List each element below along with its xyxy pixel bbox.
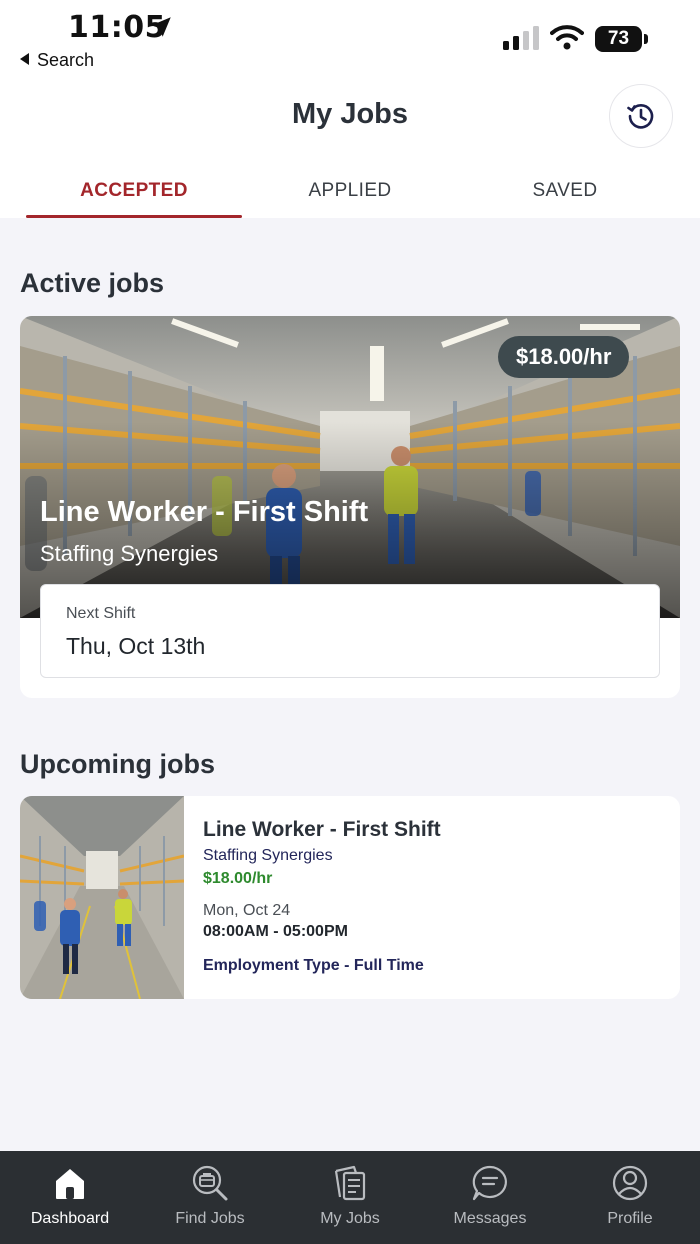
job-title: Line Worker - First Shift <box>40 496 369 528</box>
company-name: Staffing Synergies <box>203 847 333 864</box>
nav-label-messages: Messages <box>453 1210 527 1227</box>
wifi-icon <box>550 25 584 50</box>
shift-hours: 08:00AM - 05:00PM <box>203 923 348 940</box>
battery-nub <box>644 34 648 44</box>
active-job-card[interactable]: $18.00/hr Line Worker - First Shift Staf… <box>20 316 680 698</box>
back-arrow-icon <box>20 53 29 65</box>
tab-accepted[interactable]: ACCEPTED <box>26 170 242 218</box>
back-to-search-link[interactable]: Search <box>20 50 94 71</box>
job-thumbnail-image <box>20 796 184 999</box>
battery-level: 73 <box>595 26 642 52</box>
page-title: My Jobs <box>291 98 409 130</box>
briefcase-search-icon <box>192 1165 228 1201</box>
nav-my-jobs[interactable]: My Jobs <box>280 1151 420 1244</box>
bottom-navigation: Dashboard Find Jobs My Jobs Messages Pro… <box>0 1151 700 1244</box>
pay-rate: $18.00/hr <box>203 870 273 887</box>
battery-indicator: 73 <box>595 26 649 52</box>
upcoming-job-details: Line Worker - First Shift Staffing Syner… <box>203 818 441 975</box>
employment-type: Employment Type - Full Time <box>203 957 424 974</box>
documents-icon <box>334 1165 366 1201</box>
nav-label-profile: Profile <box>607 1210 653 1227</box>
rate-badge: $18.00/hr <box>498 336 630 378</box>
user-circle-icon <box>612 1165 648 1201</box>
next-shift-date: Thu, Oct 13th <box>66 633 206 659</box>
job-title: Line Worker - First Shift <box>203 818 441 841</box>
chat-bubble-icon <box>472 1165 507 1201</box>
nav-profile[interactable]: Profile <box>560 1151 700 1244</box>
location-arrow-icon <box>151 17 171 37</box>
history-button[interactable] <box>609 84 673 148</box>
upcoming-jobs-heading: Upcoming jobs <box>20 749 215 779</box>
back-label: Search <box>37 50 95 70</box>
upcoming-job-card[interactable]: Line Worker - First Shift Staffing Syner… <box>20 796 680 999</box>
nav-label-my-jobs: My Jobs <box>320 1210 380 1227</box>
nav-messages[interactable]: Messages <box>420 1151 560 1244</box>
page-header: My Jobs ACCEPTED APPLIED SAVED <box>0 80 700 218</box>
active-jobs-heading: Active jobs <box>20 268 165 298</box>
clock-history-icon <box>627 104 654 129</box>
nav-find-jobs[interactable]: Find Jobs <box>140 1151 280 1244</box>
tab-saved[interactable]: SAVED <box>457 170 673 218</box>
next-shift-box: Next Shift Thu, Oct 13th <box>40 584 660 678</box>
cellular-signal-icon <box>503 26 539 50</box>
nav-label-dashboard: Dashboard <box>30 1210 110 1227</box>
nav-dashboard[interactable]: Dashboard <box>0 1151 140 1244</box>
next-shift-label: Next Shift <box>66 605 136 622</box>
home-icon <box>56 1169 84 1199</box>
nav-label-find-jobs: Find Jobs <box>175 1210 245 1227</box>
status-bar: 11:05 Search 73 <box>0 0 700 80</box>
shift-date: Mon, Oct 24 <box>203 902 291 919</box>
tab-applied[interactable]: APPLIED <box>242 170 458 218</box>
company-name: Staffing Synergies <box>40 541 219 566</box>
job-tabs: ACCEPTED APPLIED SAVED <box>0 170 700 218</box>
